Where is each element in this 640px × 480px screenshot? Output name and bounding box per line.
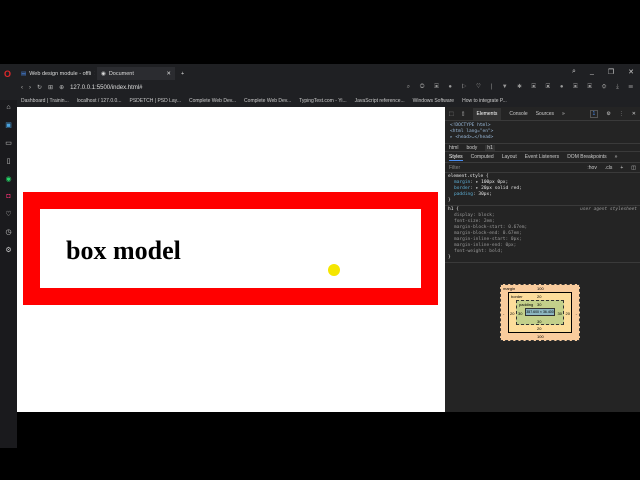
whatsapp-icon[interactable]: ◉ (5, 175, 11, 183)
box-model-margin: margin 100 100 - - border 20 20 20 20 pa… (500, 284, 580, 341)
history-icon[interactable]: ◷ (5, 228, 11, 236)
mouse-cursor-highlight (328, 264, 340, 276)
dom-node[interactable]: ▸ <head>…</head> (450, 135, 635, 141)
close-icon[interactable]: ✕ (166, 71, 171, 77)
page-heading: box model (66, 236, 181, 265)
url-input[interactable]: 127.0.0.1:5500/index.html# (70, 85, 401, 91)
styles-subtabs: Styles Computed Layout Event Listeners D… (445, 152, 640, 163)
add-rule-icon[interactable]: + (620, 165, 623, 171)
wallet-icon[interactable]: ▯ (7, 157, 11, 165)
close-icon[interactable]: ✕ (94, 71, 95, 77)
tab-event-listeners[interactable]: Event Listeners (525, 154, 559, 160)
address-bar: ‹ › ↻ ⊞ ⊕ 127.0.0.1:5500/index.html# ⌕ ◎ ▣ … (17, 81, 637, 94)
bookmark[interactable]: localhost / 127.0.0... (77, 98, 122, 104)
new-tab-button[interactable]: + (177, 67, 191, 80)
settings-icon[interactable]: ⚙ (606, 111, 610, 117)
inspect-icon[interactable]: ⬚ (449, 111, 454, 117)
tab-dom-breakpoints[interactable]: DOM Breakpoints (567, 154, 606, 160)
bookmark[interactable]: How to integrate P... (462, 98, 507, 104)
crumb-h1[interactable]: h1 (485, 144, 495, 151)
bookmark[interactable]: Complete Web Dev... (189, 98, 236, 104)
site-info-icon[interactable]: ⊕ (59, 84, 64, 91)
bookmark[interactable]: Complete Web Dev... (244, 98, 291, 104)
breadcrumb: html body h1 (445, 143, 640, 152)
minimize-icon[interactable]: _ (590, 68, 594, 76)
dom-tree: <!DOCTYPE html> <html lang="en"> ▸ <head… (445, 121, 640, 143)
tab-computed[interactable]: Computed (471, 154, 494, 160)
hov-button[interactable]: :hov (587, 165, 596, 171)
element-style-rule: element.style { margin: ▸ 100px 0px; bor… (445, 173, 640, 206)
h1-ua-rule: h1 {user agent stylesheet display: block… (445, 206, 640, 263)
more-tabs[interactable]: » (562, 111, 565, 117)
menu-icon[interactable]: ⋮ (619, 111, 624, 117)
box-model-border: border 20 20 20 20 padding 30 30 30 30 3… (508, 292, 572, 333)
back-icon[interactable]: ‹ (21, 85, 23, 91)
forward-icon[interactable]: › (29, 85, 31, 91)
window-controls: ⌕ _ ❐ ✕ (572, 68, 634, 76)
tabs-grid-icon[interactable]: ⊞ (48, 84, 53, 91)
speed-dial-icon[interactable]: ▣ (5, 121, 12, 129)
sidebar-toggle-icon[interactable]: ◫ (631, 165, 636, 171)
heart-icon[interactable]: ♡ (5, 210, 11, 218)
restore-icon[interactable]: ❐ (608, 68, 614, 76)
bookmark[interactable]: TypingTest.com - Yi... (299, 98, 347, 104)
settings-icon[interactable]: ⚙ (5, 246, 11, 254)
cls-button[interactable]: .cls (605, 165, 613, 171)
tab-console[interactable]: Console (509, 111, 527, 117)
bookmark[interactable]: Dashboard | Trainin... (21, 98, 69, 104)
bookmark[interactable]: JavaScript reference... (355, 98, 405, 104)
issues-badge[interactable]: 1 (589, 109, 599, 118)
close-window-icon[interactable]: ✕ (628, 68, 634, 76)
opera-logo-icon: O (4, 69, 12, 79)
tab-bar: ▤Web design module - offli✕ ◉Document✕ + (17, 67, 191, 80)
opera-sidebar: ⌂ ▣ ▭ ▯ ◉ ◘ ♡ ◷ ⚙ (0, 100, 17, 448)
page-viewport: box model (17, 107, 445, 412)
bookmark[interactable]: Windows Software (413, 98, 454, 104)
search-icon[interactable]: ⌕ (572, 68, 576, 76)
bookmark[interactable]: PSDETCH | PSD Lay... (129, 98, 181, 104)
tab-web-design[interactable]: ▤Web design module - offli✕ (17, 67, 95, 80)
more-subtabs[interactable]: » (615, 154, 618, 160)
box-model-heading-box: box model (23, 192, 438, 305)
tab-layout[interactable]: Layout (502, 154, 517, 160)
doc-icon: ▤ (21, 70, 27, 77)
home-icon[interactable]: ⌂ (6, 104, 10, 111)
tab-document[interactable]: ◉ Document ✕ (97, 67, 175, 80)
styles-filter-input[interactable]: Filter (449, 165, 579, 171)
reload-icon[interactable]: ↻ (37, 84, 42, 91)
device-icon[interactable]: ▯ (462, 111, 465, 117)
bookmarks-bar: Dashboard | Trainin... localhost / 127.0… (17, 95, 637, 107)
tab-sources[interactable]: Sources (536, 111, 554, 117)
crumb-html[interactable]: html (449, 145, 458, 151)
globe-icon: ◉ (101, 70, 106, 77)
instagram-icon[interactable]: ◘ (6, 193, 10, 200)
tab-elements[interactable]: Elements (472, 107, 502, 120)
close-icon[interactable]: ✕ (632, 111, 636, 117)
crumb-body[interactable]: body (466, 145, 477, 151)
tab-styles[interactable]: Styles (449, 154, 463, 161)
workspace-icon[interactable]: ▭ (5, 139, 12, 147)
box-model-content: 357.600 × 36.400 (525, 308, 555, 316)
extensions-icons[interactable]: ⌕ ◎ ▣ ● ▷ ♡ | ▼ ✱ ▣ ▣ ● ▣ ▣ ⚙ ⤓ ☰ (407, 84, 637, 91)
devtools-panel: ⬚ ▯ Elements Console Sources » 1 ⚙ ⋮ ✕ <!DO… (445, 107, 640, 412)
box-model-padding: padding 30 30 30 30 357.600 × 36.400 (516, 300, 564, 325)
